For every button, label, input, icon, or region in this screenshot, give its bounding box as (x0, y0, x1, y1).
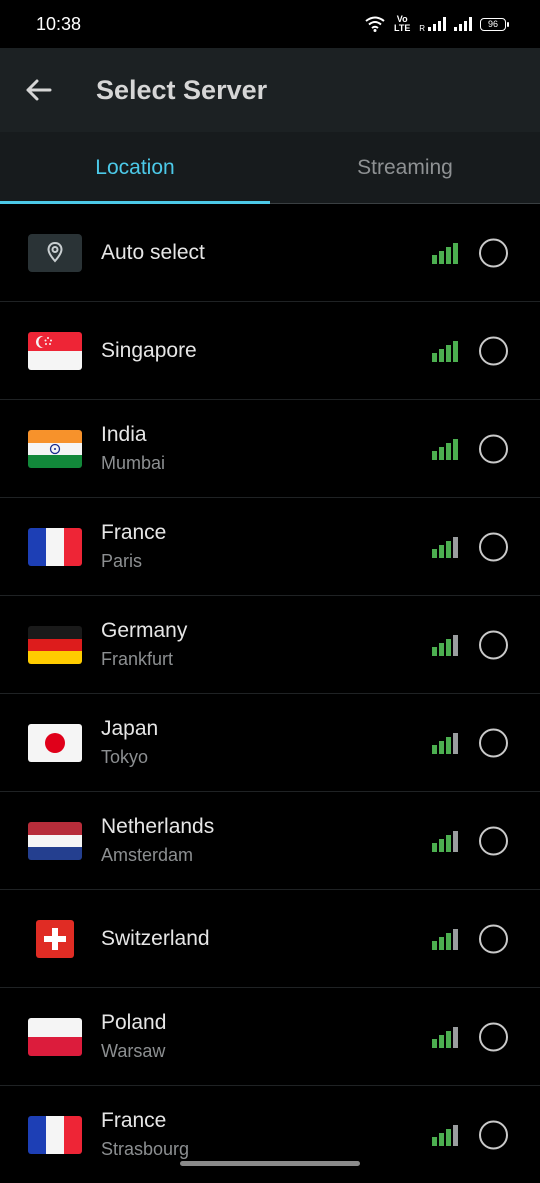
signal-strength-icon (432, 634, 458, 656)
signal-strength-icon (432, 928, 458, 950)
radio-button[interactable] (479, 630, 508, 659)
signal-strength-icon (432, 536, 458, 558)
tab-location[interactable]: Location (0, 132, 270, 204)
radio-button[interactable] (479, 238, 508, 267)
signal-strength-icon (432, 438, 458, 460)
cell-signal-icon (428, 17, 446, 31)
server-name: France (101, 521, 167, 544)
server-city: Paris (101, 551, 143, 571)
server-city: Warsaw (101, 1041, 166, 1061)
server-text: France Strasbourg (101, 1109, 189, 1160)
signal-strength-icon (432, 1124, 458, 1146)
location-pin-icon (28, 233, 82, 272)
server-name: Singapore (101, 338, 197, 362)
server-name: Netherlands (101, 815, 215, 838)
server-name: Switzerland (101, 926, 210, 950)
status-time: 10:38 (36, 13, 82, 34)
server-row[interactable]: Auto select (0, 204, 540, 302)
radio-button[interactable] (479, 1120, 508, 1149)
server-list: Auto select Singapore India Mumbai Franc… (0, 204, 540, 1183)
server-row[interactable]: France Strasbourg (0, 1086, 540, 1183)
home-indicator[interactable] (180, 1161, 360, 1166)
back-button[interactable] (0, 48, 76, 132)
app-bar: Select Server (0, 48, 540, 132)
status-bar: 10:38 Vo LTE R 96 (0, 0, 540, 48)
radio-button[interactable] (479, 728, 508, 757)
signal-strength-icon (432, 732, 458, 754)
server-row[interactable]: India Mumbai (0, 400, 540, 498)
server-text: India Mumbai (101, 423, 165, 474)
server-name: Poland (101, 1011, 167, 1034)
server-text: Poland Warsaw (101, 1011, 166, 1062)
india-flag-icon (28, 429, 82, 468)
radio-button[interactable] (479, 532, 508, 561)
radio-button[interactable] (479, 924, 508, 953)
status-icons: Vo LTE R 96 (365, 14, 509, 33)
radio-button[interactable] (479, 336, 508, 365)
battery-icon: 96 (480, 17, 509, 31)
signal-strength-icon (432, 340, 458, 362)
server-city: Mumbai (101, 453, 166, 473)
germany-flag-icon (28, 625, 82, 664)
radio-button[interactable] (479, 826, 508, 855)
server-text: Singapore (101, 339, 197, 363)
server-text: Germany Frankfurt (101, 619, 187, 670)
server-name: India (101, 423, 147, 446)
signal-strength-icon (432, 830, 458, 852)
server-text: Auto select (101, 241, 205, 265)
france-flag-icon (28, 527, 82, 566)
server-row[interactable]: Singapore (0, 302, 540, 400)
tab-bar: Location Streaming (0, 132, 540, 204)
server-city: Tokyo (101, 747, 149, 767)
radio-button[interactable] (479, 434, 508, 463)
japan-flag-icon (28, 723, 82, 762)
poland-flag-icon (28, 1017, 82, 1056)
page-title: Select Server (96, 74, 268, 105)
server-city: Strasbourg (101, 1139, 190, 1159)
server-text: France Paris (101, 521, 166, 572)
server-text: Japan Tokyo (101, 717, 158, 768)
server-city: Amsterdam (101, 845, 194, 865)
singapore-flag-icon (28, 331, 82, 370)
server-name: France (101, 1109, 167, 1132)
server-text: Netherlands Amsterdam (101, 815, 214, 866)
france-flag-icon (28, 1115, 82, 1154)
switzerland-flag-icon (36, 919, 74, 958)
netherlands-flag-icon (28, 821, 82, 860)
server-row[interactable]: Germany Frankfurt (0, 596, 540, 694)
server-name: Auto select (101, 240, 205, 264)
back-arrow-icon (26, 79, 52, 101)
server-name: Germany (101, 619, 188, 642)
signal-strength-icon (432, 242, 458, 264)
cell-signal-icon-2 (454, 17, 472, 31)
server-row[interactable]: France Paris (0, 498, 540, 596)
roaming-indicator: R (419, 24, 425, 33)
server-city: Frankfurt (101, 649, 174, 669)
signal-strength-icon (432, 1026, 458, 1048)
server-text: Switzerland (101, 927, 210, 951)
server-row[interactable]: Japan Tokyo (0, 694, 540, 792)
server-row[interactable]: Netherlands Amsterdam (0, 792, 540, 890)
server-row[interactable]: Poland Warsaw (0, 988, 540, 1086)
wifi-icon (365, 16, 385, 32)
server-row[interactable]: Switzerland (0, 890, 540, 988)
server-name: Japan (101, 717, 159, 740)
radio-button[interactable] (479, 1022, 508, 1051)
tab-streaming[interactable]: Streaming (270, 132, 540, 204)
volte-indicator: Vo LTE (394, 14, 411, 33)
